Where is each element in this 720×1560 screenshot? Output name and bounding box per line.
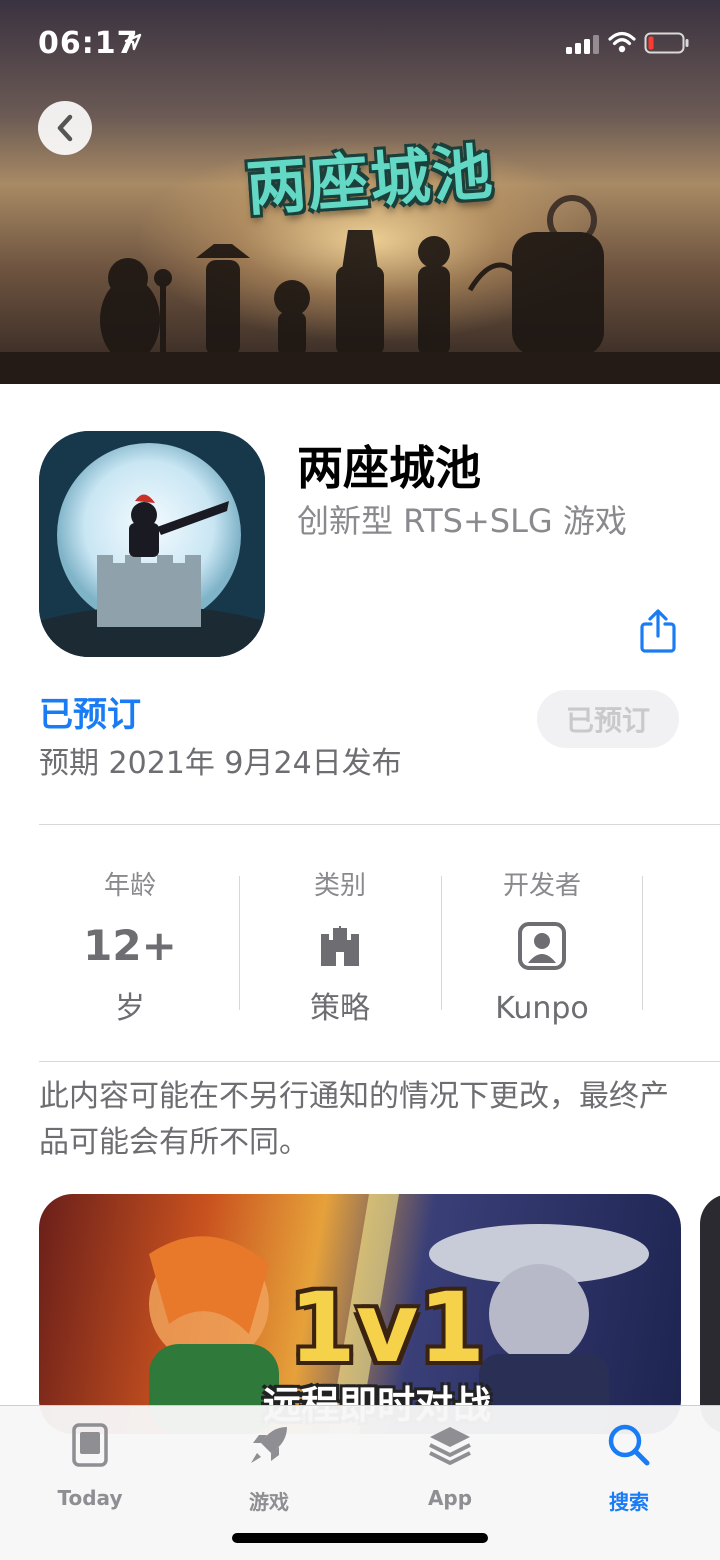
- app-title: 两座城池: [297, 441, 481, 495]
- preorder-button[interactable]: 已预订: [537, 690, 679, 748]
- divider: [39, 824, 720, 825]
- info-age-unit: 岁: [115, 991, 145, 1026]
- location-arrow-icon: [124, 33, 142, 51]
- app-icon: [39, 431, 265, 657]
- info-developer[interactable]: 开发者 Kunpo: [442, 866, 642, 1032]
- tab-games-label: 游戏: [249, 1490, 289, 1514]
- screenshot-preview-next[interactable]: [700, 1194, 720, 1434]
- share-icon: [640, 609, 676, 653]
- tab-app[interactable]: App: [380, 1420, 520, 1510]
- app-icon-artwork: [39, 431, 265, 657]
- tab-search-label: 搜索: [609, 1490, 649, 1514]
- battery-low-icon: [644, 32, 689, 54]
- back-button[interactable]: [38, 101, 92, 155]
- wifi-icon: [608, 31, 636, 53]
- preorder-status: 已预订: [39, 695, 141, 735]
- search-icon: [559, 1420, 699, 1470]
- tab-today-label: Today: [57, 1486, 123, 1510]
- disclaimer-notice: 此内容可能在不另行通知的情况下更改，最终产品可能会有所不同。: [39, 1079, 669, 1160]
- info-category-label: 类别: [313, 871, 366, 901]
- tab-games[interactable]: 游戏: [199, 1420, 339, 1515]
- screenshot-preview[interactable]: 1v1 远程即时对战: [39, 1194, 681, 1434]
- release-date: 预期 2021年 9月24日发布: [39, 746, 402, 781]
- today-icon: [20, 1420, 160, 1470]
- chevron-left-icon: [57, 114, 73, 142]
- info-developer-icon-wrap: [442, 914, 642, 978]
- person-square-icon: [518, 922, 566, 970]
- banner-game-logo: 两座城池: [244, 137, 497, 225]
- castle-icon: [321, 926, 359, 966]
- divider: [39, 1061, 720, 1062]
- tab-today[interactable]: Today: [20, 1420, 160, 1510]
- tab-search[interactable]: 搜索: [559, 1420, 699, 1515]
- share-button[interactable]: [638, 608, 678, 658]
- info-category[interactable]: 类别 策略: [240, 866, 440, 1032]
- info-separator: [642, 876, 643, 1010]
- status-bar: 06:17: [0, 0, 720, 88]
- info-age-value: 12+: [83, 921, 177, 970]
- info-category-icon-wrap: [240, 914, 440, 978]
- rocket-icon: [199, 1420, 339, 1470]
- app-subtitle: 创新型 RTS+SLG 游戏: [297, 502, 627, 540]
- info-age-label: 年龄: [103, 871, 156, 901]
- info-developer-label: 开发者: [502, 871, 581, 901]
- info-age: 年龄 12+ 岁: [30, 866, 230, 1032]
- tab-app-label: App: [427, 1486, 473, 1510]
- info-developer-value: Kunpo: [495, 991, 589, 1026]
- header-banner: 两座城池 06:17: [0, 0, 720, 384]
- info-category-value: 策略: [310, 991, 370, 1026]
- home-indicator: [232, 1533, 488, 1543]
- cellular-signal-icon: [566, 35, 599, 54]
- layers-icon: [380, 1420, 520, 1470]
- screenshot-badge: 1v1: [289, 1272, 486, 1384]
